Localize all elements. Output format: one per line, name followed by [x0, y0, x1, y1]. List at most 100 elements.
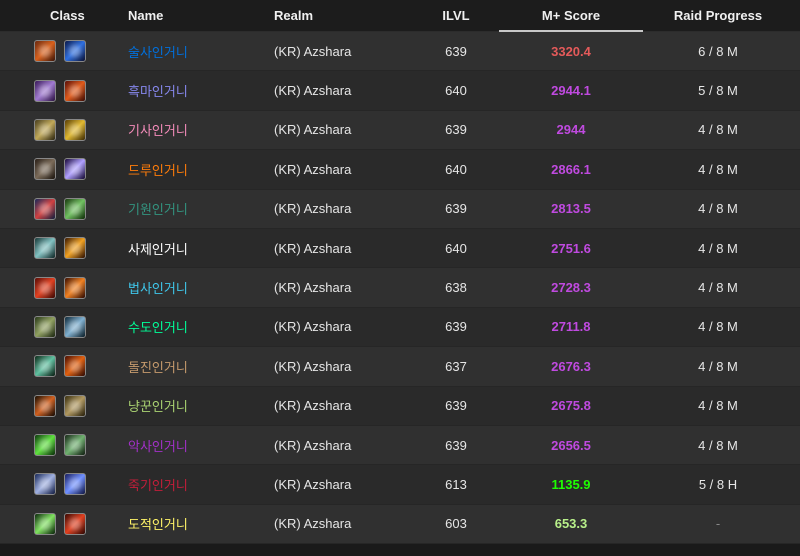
table-row[interactable]: 기원인거니 (KR) Azshara 639 2813.5 4 / 8 M — [0, 189, 800, 229]
table-row[interactable]: 흑마인거니 (KR) Azshara 640 2944.1 5 / 8 M — [0, 71, 800, 111]
raid-progress-text: 4 / 8 M — [698, 358, 738, 374]
table-header: Class Name Realm ILVL M+ Score Raid Prog… — [0, 0, 800, 32]
item-level-text: 640 — [445, 240, 467, 256]
raid-progress-text: 5 / 8 H — [698, 476, 738, 492]
table-row[interactable]: 도적인거니 (KR) Azshara 603 653.3 - — [0, 504, 800, 545]
table-row[interactable]: 돌진인거니 (KR) Azshara 637 2676.3 4 / 8 M — [0, 347, 800, 387]
mplus-score-text: 2866.1 — [551, 161, 591, 177]
spec-frost-icon — [64, 473, 86, 496]
mplus-score-text: 653.3 — [554, 516, 588, 532]
table-row[interactable]: 기사인거니 (KR) Azshara 639 2944 4 / 8 M — [0, 110, 800, 151]
column-header-name[interactable]: Name — [120, 8, 266, 23]
spec-enhancement-icon — [64, 40, 86, 63]
character-name-link[interactable]: 드루인거니 — [120, 160, 266, 179]
item-level-text: 603 — [445, 516, 467, 532]
character-name-link[interactable]: 돌진인거니 — [120, 357, 266, 376]
raid-progress-text: 5 / 8 M — [698, 83, 738, 99]
mplus-score-text: 2751.6 — [551, 240, 591, 256]
class-cell — [0, 79, 120, 102]
class-cell — [0, 158, 120, 181]
table-row[interactable]: 사제인거니 (KR) Azshara 640 2751.6 4 / 8 M — [0, 228, 800, 269]
realm-text: (KR) Azshara — [274, 83, 352, 99]
race-bloodelf-icon — [34, 276, 56, 299]
spec-marksmanship-icon — [64, 394, 86, 417]
item-level-text: 638 — [445, 280, 467, 296]
spec-fire-icon — [64, 276, 86, 299]
realm-text: (KR) Azshara — [274, 358, 352, 374]
race-voidelf-icon — [34, 79, 56, 102]
character-name-link[interactable]: 흑마인거니 — [120, 81, 266, 100]
active-sort-indicator — [499, 30, 643, 32]
class-cell — [0, 434, 120, 457]
column-header-score[interactable]: M+ Score — [496, 8, 646, 23]
item-level-text: 639 — [445, 122, 467, 138]
realm-text: (KR) Azshara — [274, 319, 352, 335]
mplus-score-text: 2944.1 — [551, 83, 591, 99]
column-header-class[interactable]: Class — [0, 8, 120, 23]
realm-text: (KR) Azshara — [274, 201, 352, 217]
character-name-link[interactable]: 술사인거니 — [120, 42, 266, 61]
raid-progress-text: - — [715, 516, 721, 532]
spec-shadow-icon — [64, 237, 86, 260]
table-row[interactable]: 수도인거니 (KR) Azshara 639 2711.8 4 / 8 M — [0, 307, 800, 348]
leaderboard-table: Class Name Realm ILVL M+ Score Raid Prog… — [0, 0, 800, 545]
race-dracthyr-icon — [34, 197, 56, 220]
character-name-link[interactable]: 사제인거니 — [120, 239, 266, 258]
character-name-link[interactable]: 기사인거니 — [120, 120, 266, 139]
character-name-link[interactable]: 도적인거니 — [120, 514, 266, 533]
realm-text: (KR) Azshara — [274, 122, 352, 138]
race-orc-icon — [34, 40, 56, 63]
race-tauren-icon — [34, 394, 56, 417]
column-header-raid-progress[interactable]: Raid Progress — [646, 8, 796, 23]
mplus-score-text: 2656.5 — [551, 437, 591, 453]
item-level-text: 639 — [445, 437, 467, 453]
spec-outlaw-icon — [64, 512, 86, 535]
mplus-score-text: 2675.8 — [551, 398, 591, 414]
character-name-link[interactable]: 법사인거니 — [120, 278, 266, 297]
character-name-link[interactable]: 기원인거니 — [120, 199, 266, 218]
character-name-link[interactable]: 죽기인거니 — [120, 475, 266, 494]
table-row[interactable]: 악사인거니 (KR) Azshara 639 2656.5 4 / 8 M — [0, 425, 800, 466]
table-row[interactable]: 죽기인거니 (KR) Azshara 613 1135.9 5 / 8 H — [0, 465, 800, 505]
class-cell — [0, 512, 120, 535]
spec-balance-icon — [64, 158, 86, 181]
class-cell — [0, 355, 120, 378]
raid-progress-text: 4 / 8 M — [698, 398, 738, 414]
mplus-score-text: 2711.8 — [551, 319, 591, 335]
table-row[interactable]: 드루인거니 (KR) Azshara 640 2866.1 4 / 8 M — [0, 150, 800, 190]
spec-fury-icon — [64, 355, 86, 378]
table-row[interactable]: 술사인거니 (KR) Azshara 639 3320.4 6 / 8 M — [0, 32, 800, 72]
mplus-score-text: 2944 — [556, 122, 586, 138]
item-level-text: 639 — [445, 201, 467, 217]
spec-mistweaver-icon — [64, 315, 86, 338]
character-name-link[interactable]: 수도인거니 — [120, 317, 266, 336]
realm-text: (KR) Azshara — [274, 476, 352, 492]
mplus-score-text: 1135.9 — [551, 476, 591, 492]
mplus-score-text: 2813.5 — [551, 201, 591, 217]
character-name-link[interactable]: 악사인거니 — [120, 436, 266, 455]
class-cell — [0, 197, 120, 220]
table-row[interactable]: 법사인거니 (KR) Azshara 638 2728.3 4 / 8 M — [0, 268, 800, 308]
mplus-score-text: 3320.4 — [551, 43, 591, 59]
class-cell — [0, 237, 120, 260]
race-nightelf-rogue-icon — [34, 512, 56, 535]
item-level-text: 640 — [445, 83, 467, 99]
class-cell — [0, 40, 120, 63]
item-level-text: 639 — [445, 43, 467, 59]
raid-progress-text: 4 / 8 M — [698, 122, 738, 138]
realm-text: (KR) Azshara — [274, 161, 352, 177]
realm-text: (KR) Azshara — [274, 43, 352, 59]
table-body: 술사인거니 (KR) Azshara 639 3320.4 6 / 8 M 흑마인거니 (K… — [0, 32, 800, 545]
column-header-realm[interactable]: Realm — [266, 8, 416, 23]
character-name-link[interactable]: 냥꾼인거니 — [120, 396, 266, 415]
spec-havoc-icon — [64, 434, 86, 457]
column-header-ilvl[interactable]: ILVL — [416, 8, 496, 23]
spec-preservation-icon — [64, 197, 86, 220]
race-demonhunter-icon — [34, 434, 56, 457]
race-human-dk-icon — [34, 473, 56, 496]
spec-protection-icon — [64, 118, 86, 141]
raid-progress-text: 4 / 8 M — [698, 240, 738, 256]
table-row[interactable]: 냥꾼인거니 (KR) Azshara 639 2675.8 4 / 8 M — [0, 386, 800, 426]
class-cell — [0, 394, 120, 417]
class-cell — [0, 276, 120, 299]
